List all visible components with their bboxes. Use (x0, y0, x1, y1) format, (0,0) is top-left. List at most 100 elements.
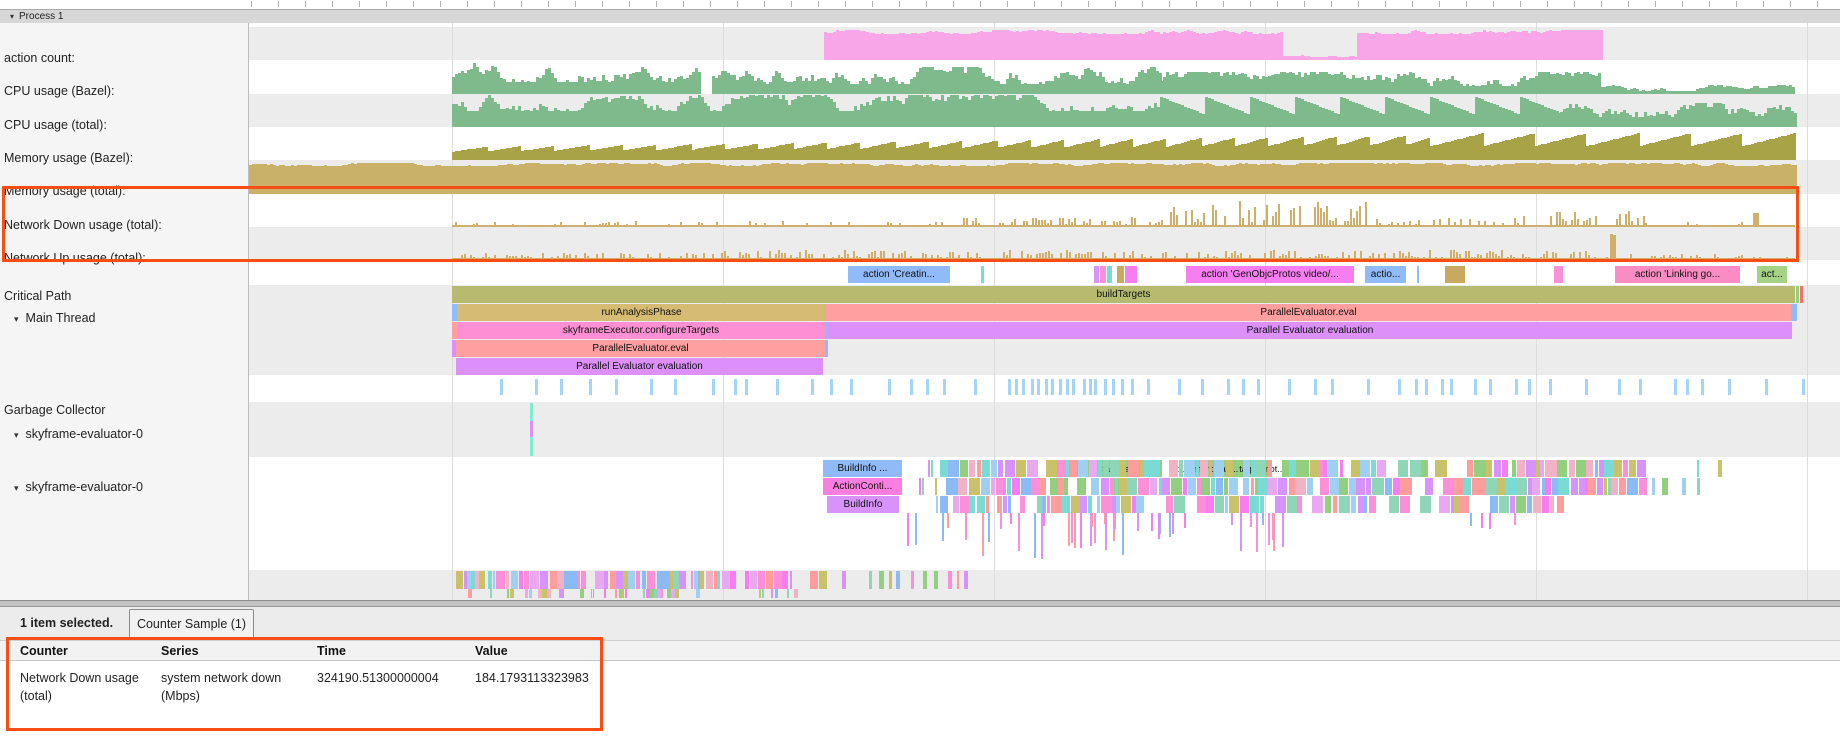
trace-slice[interactable] (1527, 496, 1532, 513)
trace-slice[interactable] (564, 571, 571, 589)
skyframe-evaluator-slice[interactable]: BuildInfo ... (823, 460, 902, 477)
trace-slice[interactable] (946, 478, 958, 495)
trace-slice[interactable] (1389, 496, 1399, 513)
trace-slice[interactable] (869, 571, 871, 589)
trace-slice[interactable] (1472, 478, 1480, 495)
trace-slice[interactable] (1148, 460, 1160, 477)
trace-slice[interactable] (1089, 460, 1097, 477)
trace-slice[interactable] (1282, 460, 1289, 477)
gc-tick-slice[interactable] (1288, 379, 1291, 395)
gc-tick-slice[interactable] (1051, 379, 1054, 395)
critical-path-slice[interactable]: action 'Linking go... (1615, 266, 1740, 283)
trace-slice[interactable] (1225, 496, 1229, 513)
gc-tick-slice[interactable] (1242, 379, 1245, 395)
gc-tick-slice[interactable] (1415, 379, 1418, 395)
trace-slice[interactable] (1576, 460, 1586, 477)
trace-slice[interactable] (1453, 478, 1463, 495)
trace-slice[interactable] (1652, 478, 1656, 495)
trace-slice[interactable] (1454, 496, 1458, 513)
trace-slice[interactable] (1325, 496, 1332, 513)
trace-slice[interactable] (511, 571, 519, 589)
trace-slice[interactable] (958, 478, 967, 495)
trace-slice[interactable] (722, 571, 730, 589)
gc-tick-slice[interactable] (1441, 379, 1444, 395)
trace-slice[interactable] (1494, 460, 1502, 477)
sidebar-track-label[interactable]: ▾skyframe-evaluator-0 (14, 480, 143, 494)
trace-slice[interactable] (1020, 496, 1025, 513)
critical-path-slice[interactable]: action 'Creatin... (848, 266, 950, 283)
trace-slice[interactable] (493, 571, 495, 589)
trace-slice[interactable] (1061, 496, 1070, 513)
trace-slice[interactable] (557, 571, 564, 589)
gc-tick-slice[interactable] (926, 379, 929, 395)
trace-slice[interactable] (819, 571, 827, 589)
trace-slice[interactable] (1393, 478, 1400, 495)
trace-slice[interactable] (1310, 460, 1319, 477)
trace-slice[interactable] (657, 571, 664, 589)
gc-tick-slice[interactable] (1045, 379, 1048, 395)
gc-tick-slice[interactable] (589, 379, 592, 395)
trace-slice[interactable] (1497, 478, 1505, 495)
trace-slice[interactable] (960, 496, 969, 513)
trace-slice[interactable] (1351, 496, 1357, 513)
trace-slice[interactable] (610, 571, 616, 589)
trace-slice[interactable] (1349, 478, 1356, 495)
trace-slice[interactable] (1184, 460, 1196, 477)
trace-slice[interactable] (947, 513, 949, 528)
trace-slice[interactable] (1340, 460, 1343, 477)
gc-tick-slice[interactable] (910, 379, 913, 395)
trace-slice[interactable] (1371, 460, 1376, 477)
trace-slice[interactable] (1080, 496, 1087, 513)
trace-slice[interactable] (1074, 513, 1076, 548)
trace-slice[interactable] (1435, 460, 1447, 477)
trace-slice[interactable] (1127, 478, 1137, 495)
trace-slice[interactable] (467, 571, 471, 589)
tab-counter-sample[interactable]: Counter Sample (1) (129, 609, 254, 640)
gc-tick-slice[interactable] (650, 379, 653, 395)
trace-slice[interactable] (1579, 478, 1585, 495)
trace-slice[interactable] (1101, 478, 1109, 495)
trace-slice[interactable] (991, 460, 998, 477)
gc-tick-slice[interactable] (811, 379, 814, 395)
main-thread-slice[interactable]: Parallel Evaluator evaluation (828, 322, 1792, 339)
trace-slice[interactable] (977, 460, 981, 477)
trace-slice[interactable] (934, 571, 938, 589)
trace-slice[interactable] (694, 571, 698, 589)
trace-slice[interactable] (538, 589, 542, 598)
trace-slice[interactable] (1662, 478, 1667, 495)
trace-slice[interactable] (889, 571, 892, 589)
table-cell-value[interactable]: (Mbps) (161, 689, 200, 703)
trace-slice[interactable] (1358, 496, 1364, 513)
gc-tick-slice[interactable] (1728, 379, 1731, 395)
critical-path-slice[interactable]: actio... (1365, 266, 1406, 283)
trace-slice[interactable] (1058, 478, 1064, 495)
trace-slice[interactable] (1604, 460, 1614, 477)
trace-slice[interactable] (1268, 513, 1270, 545)
trace-slice[interactable] (616, 571, 622, 589)
trace-slice[interactable] (1258, 478, 1267, 495)
trace-slice[interactable] (1718, 460, 1721, 477)
trace-slice[interactable] (1420, 496, 1431, 513)
trace-slice[interactable] (1041, 513, 1043, 559)
trace-slice[interactable] (1297, 496, 1302, 513)
trace-slice[interactable] (1682, 478, 1686, 495)
trace-slice[interactable] (479, 571, 485, 589)
trace-slice[interactable] (1256, 513, 1258, 552)
trace-slice[interactable] (1103, 460, 1109, 477)
trace-slice[interactable] (550, 571, 557, 589)
gc-tick-slice[interactable] (1585, 379, 1588, 395)
gc-tick-slice[interactable] (1398, 379, 1401, 395)
gc-tick-slice[interactable] (615, 379, 618, 395)
trace-slice[interactable] (1272, 513, 1274, 540)
trace-slice[interactable] (1003, 496, 1007, 513)
trace-slice[interactable] (1196, 460, 1199, 477)
trace-slice[interactable] (1184, 513, 1186, 528)
gc-tick-slice[interactable] (776, 379, 779, 395)
trace-slice[interactable] (981, 478, 990, 495)
trace-slice[interactable] (1333, 496, 1337, 513)
trace-slice[interactable] (1369, 496, 1377, 513)
trace-slice[interactable] (1037, 496, 1042, 513)
trace-slice[interactable] (1018, 513, 1020, 551)
trace-slice[interactable] (1197, 478, 1201, 495)
trace-slice[interactable] (1197, 496, 1206, 513)
